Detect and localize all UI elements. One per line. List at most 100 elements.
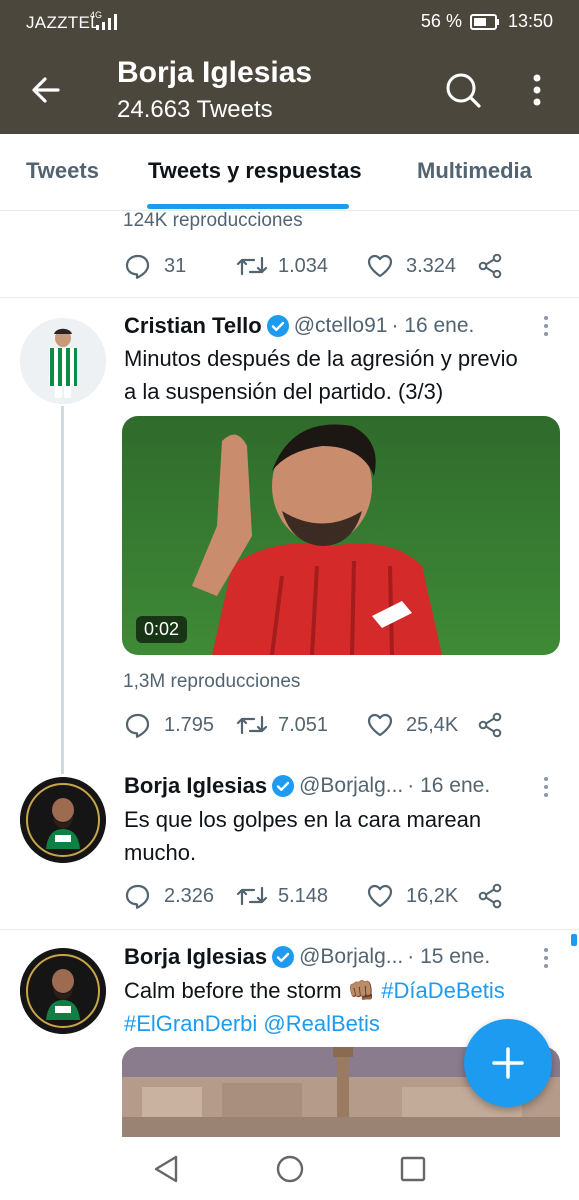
like-button[interactable]: 3.324	[366, 252, 476, 280]
scrollbar[interactable]	[571, 934, 577, 946]
like-count: 25,4K	[406, 713, 459, 736]
system-nav-bar	[0, 1137, 579, 1200]
tweet-text-line: mucho.	[124, 840, 197, 865]
tweet-header: Borja Iglesias @Borjalg... · 15 ene.	[124, 944, 490, 970]
avatar-image	[20, 318, 106, 404]
profile-title: Borja Iglesias	[117, 56, 313, 89]
tweet-actions: 31 1.034 3.324	[124, 252, 504, 280]
reply-icon	[125, 254, 150, 279]
tweet-count: 24.663 Tweets	[117, 96, 273, 123]
compose-tweet-button[interactable]	[464, 1019, 552, 1107]
tweet-text: Minutos después de la agresión y previo …	[124, 342, 518, 408]
tweet-header: Cristian Tello @ctello91 · 16 ene.	[124, 313, 474, 339]
verified-badge-icon	[266, 315, 289, 337]
share-icon[interactable]	[476, 882, 504, 910]
verified-badge-icon	[272, 946, 295, 968]
tab-tweets-and-replies[interactable]: Tweets y respuestas	[148, 158, 362, 184]
tab-tweets[interactable]: Tweets	[26, 158, 99, 184]
share-icon[interactable]	[476, 711, 504, 739]
avatar[interactable]	[20, 777, 106, 863]
carrier-label: JAZZTEL	[26, 13, 100, 32]
tweet-date: · 16 ene.	[407, 774, 491, 797]
retweet-button[interactable]: 5.148	[236, 882, 366, 910]
nav-back-icon[interactable]	[152, 1154, 180, 1184]
tweet-text-line: Es que los golpes en la cara marean	[124, 807, 482, 832]
tweet-actions: 1.795 7.051 25,4K	[124, 711, 504, 739]
nav-home-icon[interactable]	[275, 1154, 305, 1184]
app-bar: Borja Iglesias 24.663 Tweets	[0, 44, 579, 134]
retweet-button[interactable]: 7.051	[236, 711, 366, 739]
retweet-button[interactable]: 1.034	[236, 252, 366, 280]
tab-media[interactable]: Multimedia	[417, 158, 532, 184]
status-bar: JAZZTEL 4G 56 % 13:50	[0, 0, 579, 44]
tweet-text: Es que los golpes en la cara marean much…	[124, 803, 481, 869]
retweet-count: 1.034	[278, 254, 329, 277]
author-handle[interactable]: @Borjalg...	[299, 945, 403, 969]
search-icon[interactable]	[443, 70, 483, 110]
tweet-more-icon[interactable]	[540, 314, 552, 338]
battery-icon	[469, 13, 499, 30]
tweet-date: · 15 ene.	[407, 945, 491, 968]
author-handle[interactable]: @Borjalg...	[299, 774, 403, 798]
avatar[interactable]	[20, 948, 106, 1034]
reply-button[interactable]: 2.326	[124, 882, 236, 910]
more-options-icon[interactable]	[522, 70, 552, 110]
mention-link[interactable]: @RealBetis	[263, 1011, 380, 1036]
reply-button[interactable]: 31	[124, 252, 236, 280]
view-count: 124K reproducciones	[123, 210, 303, 231]
tweet-text: Calm before the storm 👊🏽 #DíaDeBetis #El…	[124, 974, 505, 1040]
tweet-date: · 16 ene.	[391, 314, 475, 337]
thread-line	[61, 406, 64, 774]
author-name[interactable]: Borja Iglesias	[124, 773, 267, 799]
video-player[interactable]	[122, 416, 560, 655]
tweet-text-line: #ElGranDerbi @RealBetis	[124, 1007, 505, 1040]
like-count: 3.324	[406, 254, 457, 277]
retweet-count: 7.051	[278, 713, 329, 736]
hashtag-link[interactable]: #ElGranDerbi	[124, 1011, 257, 1036]
reply-icon	[125, 884, 150, 909]
avatar-image	[20, 948, 106, 1034]
reply-button[interactable]: 1.795	[124, 711, 236, 739]
clock: 13:50	[507, 11, 553, 31]
reply-count: 2.326	[164, 884, 215, 907]
retweet-icon	[236, 256, 268, 276]
active-tab-indicator	[147, 204, 349, 209]
author-name[interactable]: Cristian Tello	[124, 313, 262, 339]
avatar-image	[20, 777, 106, 863]
battery-percent: 56 %	[420, 11, 462, 31]
author-name[interactable]: Borja Iglesias	[124, 944, 267, 970]
signal-icon	[96, 14, 117, 30]
tweet-divider	[0, 297, 579, 298]
avatar[interactable]	[20, 318, 106, 404]
like-button[interactable]: 16,2K	[366, 882, 476, 910]
hashtag-link[interactable]: #DíaDeBetis	[381, 978, 505, 1003]
author-handle[interactable]: @ctello91	[294, 314, 388, 338]
retweet-count: 5.148	[278, 884, 329, 907]
tweet-actions: 2.326 5.148 16,2K	[124, 882, 504, 910]
view-count: 1,3M reproducciones	[123, 671, 301, 692]
reply-icon	[125, 713, 150, 738]
tweet-more-icon[interactable]	[540, 775, 552, 799]
share-icon[interactable]	[476, 252, 504, 280]
heart-icon	[367, 254, 393, 278]
like-button[interactable]: 25,4K	[366, 711, 476, 739]
tweet-header: Borja Iglesias @Borjalg... · 16 ene.	[124, 773, 490, 799]
video-duration: 0:02	[136, 616, 188, 643]
reply-count: 31	[164, 254, 187, 277]
verified-badge-icon	[272, 775, 295, 797]
heart-icon	[367, 884, 393, 908]
tweet-text-line: Calm before the storm 👊🏽 #DíaDeBetis	[124, 974, 505, 1007]
tweet-text-plain: Calm before the storm 👊🏽	[124, 978, 376, 1003]
retweet-icon	[236, 886, 268, 906]
tweet-more-icon[interactable]	[540, 946, 552, 970]
tweet-divider	[0, 929, 579, 930]
back-arrow-icon[interactable]	[28, 72, 64, 108]
plus-icon	[492, 1047, 524, 1079]
like-count: 16,2K	[406, 884, 459, 907]
nav-recents-icon[interactable]	[400, 1156, 426, 1182]
heart-icon	[367, 713, 393, 737]
profile-tabs: Tweets Tweets y respuestas Multimedia	[0, 134, 579, 211]
tweet-text-line: Minutos después de la agresión y previo	[124, 346, 518, 371]
reply-count: 1.795	[164, 713, 215, 736]
retweet-icon	[236, 715, 268, 735]
